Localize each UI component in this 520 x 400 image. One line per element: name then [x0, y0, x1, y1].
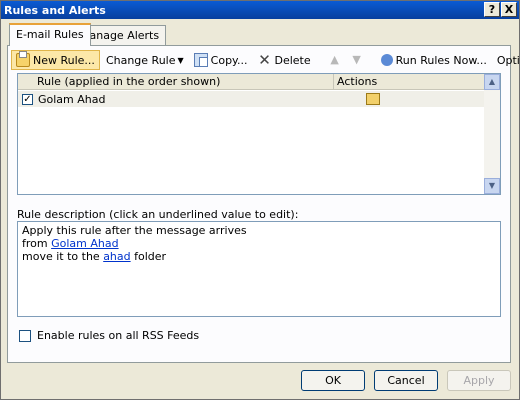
tab-email-rules[interactable]: E-mail Rules [9, 23, 91, 46]
move-prefix: move it to the [22, 250, 104, 263]
description-move-line: move it to the ahad folder [22, 250, 496, 263]
from-prefix: from [22, 237, 52, 250]
folder-link[interactable]: ahad [103, 250, 130, 263]
rules-list[interactable]: Rule (applied in the order shown) Action… [17, 73, 501, 195]
options-label: Options [496, 53, 520, 67]
move-to-folder-icon [366, 93, 380, 105]
new-rule-button[interactable]: New Rule... [11, 50, 100, 70]
rss-label: Enable rules on all RSS Feeds [37, 329, 200, 342]
rule-description-label: Rule description (click an underlined va… [17, 208, 299, 221]
copy-label: Copy... [210, 53, 248, 67]
cancel-button[interactable]: Cancel [374, 370, 438, 391]
rules-toolbar: New Rule... Change Rule ▼ Copy... ✕ Dele… [11, 49, 520, 71]
sender-link[interactable]: Golam Ahad [51, 237, 118, 250]
delete-icon: ✕ [258, 51, 271, 69]
move-down-button[interactable]: ▼ [347, 50, 367, 70]
scroll-up-button[interactable]: ▲ [484, 74, 500, 90]
ok-button[interactable]: OK [301, 370, 365, 391]
move-up-button[interactable]: ▲ [325, 50, 345, 70]
rule-name: Golam Ahad [38, 92, 106, 106]
arrow-up-icon: ▲ [330, 53, 339, 66]
window-title: Rules and Alerts [4, 3, 106, 17]
description-condition: Apply this rule after the message arrive… [22, 224, 247, 237]
copy-icon [193, 53, 208, 67]
column-header-actions[interactable]: Actions [334, 74, 377, 89]
apply-button[interactable]: Apply [447, 370, 511, 391]
options-button[interactable]: Options [493, 50, 520, 70]
rules-and-alerts-dialog: Rules and Alerts ? X E-mail Rules Manage… [0, 0, 520, 400]
arrow-down-icon: ▼ [352, 53, 361, 66]
chevron-down-icon: ▼ [177, 55, 184, 65]
column-header-rule[interactable]: Rule (applied in the order shown) [18, 74, 334, 89]
rss-rules-option[interactable]: Enable rules on all RSS Feeds [19, 329, 199, 342]
title-bar: Rules and Alerts ? X [1, 1, 519, 19]
rules-list-scrollbar[interactable]: ▲ ▼ [484, 74, 500, 194]
scroll-down-button[interactable]: ▼ [484, 178, 500, 194]
rule-description-box: Apply this rule after the message arrive… [17, 221, 501, 317]
change-rule-button[interactable]: Change Rule ▼ [102, 50, 188, 70]
copy-button[interactable]: Copy... [190, 50, 252, 70]
rule-enabled-checkbox[interactable]: ✓ [22, 93, 33, 105]
run-rules-label: Run Rules Now... [395, 53, 487, 67]
run-rules-now-button[interactable]: Run Rules Now... [377, 50, 491, 70]
description-from-line: from Golam Ahad [22, 237, 496, 250]
delete-label: Delete [274, 53, 311, 67]
list-header: Rule (applied in the order shown) Action… [18, 74, 484, 90]
move-suffix: folder [130, 250, 167, 263]
delete-button[interactable]: ✕ Delete [253, 50, 314, 70]
help-button[interactable]: ? [484, 2, 500, 17]
new-rule-label: New Rule... [33, 53, 95, 67]
table-row[interactable]: ✓ Golam Ahad [18, 91, 484, 107]
rss-checkbox[interactable] [19, 329, 31, 342]
run-rules-icon [380, 54, 393, 66]
change-rule-label: Change Rule [105, 53, 176, 67]
new-rule-icon [16, 51, 30, 67]
close-button[interactable]: X [501, 2, 517, 17]
